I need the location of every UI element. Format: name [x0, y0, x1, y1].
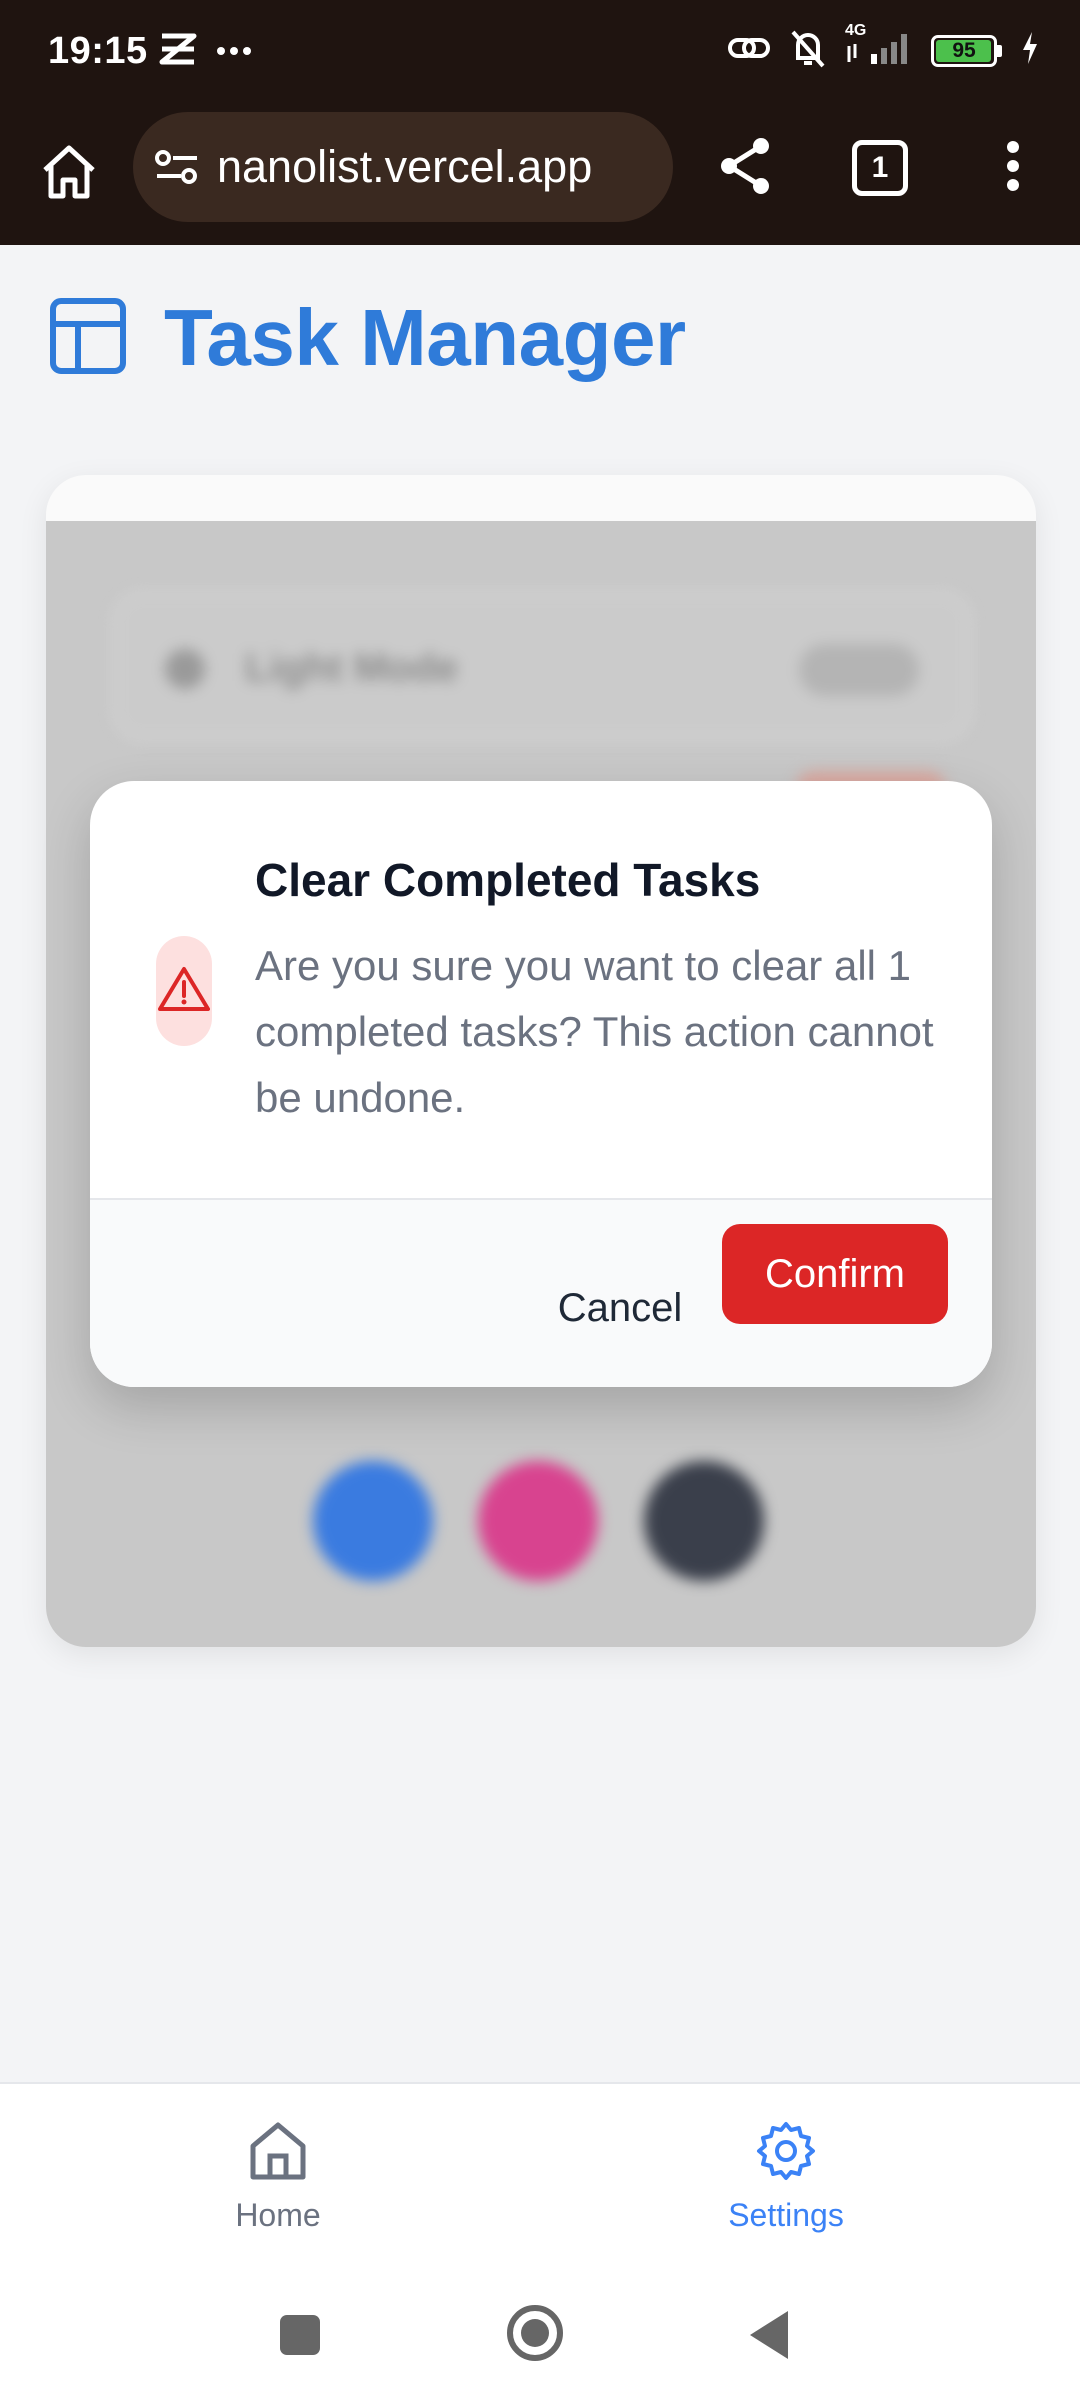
- cancel-button[interactable]: Cancel: [520, 1258, 720, 1358]
- battery-level: 95: [952, 38, 976, 62]
- browser-toolbar: nanolist.vercel.app 1: [0, 105, 1080, 245]
- network-type: 4G: [845, 22, 867, 39]
- system-home-button[interactable]: [507, 2305, 563, 2361]
- dialog-footer: Cancel Confirm: [90, 1200, 992, 1387]
- dialog-message: Are you sure you want to clear all 1 com…: [255, 942, 934, 1121]
- more-dots-icon: [216, 43, 252, 61]
- bottom-nav: Home Settings: [0, 2082, 1080, 2267]
- tabs-icon[interactable]: 1: [852, 140, 908, 196]
- status-bar: 19:15 4G 95: [0, 0, 1080, 105]
- dialog-title: Clear Completed Tasks: [255, 854, 761, 906]
- url-text: nanolist.vercel.app: [217, 141, 593, 192]
- warning-icon: [158, 966, 210, 1017]
- warning-badge: [156, 936, 212, 1046]
- theme-setting-row: Light Mode: [112, 591, 972, 741]
- charging-icon: [1020, 30, 1040, 71]
- share-button[interactable]: [712, 135, 778, 201]
- gear-icon: [755, 2120, 817, 2187]
- battery-icon: 95: [931, 34, 1002, 67]
- overflow-menu-icon: [1006, 140, 1020, 197]
- color-swatch-dark: [644, 1461, 764, 1581]
- signal-icon: 4G: [845, 22, 913, 71]
- confirm-dialog: Clear Completed Tasks Are you sure you w…: [90, 781, 992, 1387]
- layout-icon: [48, 296, 128, 381]
- color-swatch-pink: [478, 1461, 598, 1581]
- link-icon: [727, 30, 771, 71]
- back-button[interactable]: [750, 2311, 788, 2359]
- status-time: 19:15: [48, 30, 148, 72]
- theme-label: Light Mode: [245, 646, 459, 690]
- nav-label-settings: Settings: [728, 2197, 844, 2233]
- confirm-button[interactable]: Confirm: [722, 1224, 948, 1324]
- nav-item-settings[interactable]: Settings: [676, 2120, 896, 2234]
- recent-apps-button[interactable]: [280, 2315, 320, 2355]
- color-swatch-blue: [313, 1461, 433, 1581]
- tab-count: 1: [871, 151, 889, 184]
- home-icon: [248, 2120, 308, 2187]
- notification-app-icon: [158, 32, 198, 71]
- home-icon: [39, 144, 99, 205]
- bell-off-icon: [789, 28, 827, 73]
- nav-label-home: Home: [235, 2197, 321, 2233]
- nav-item-home[interactable]: Home: [168, 2120, 388, 2234]
- site-settings-icon[interactable]: [151, 141, 203, 193]
- page-title: Task Manager: [164, 293, 686, 382]
- browser-home-button[interactable]: [36, 141, 102, 207]
- overflow-menu-button[interactable]: [990, 135, 1036, 201]
- share-icon: [717, 136, 773, 201]
- system-nav-bar: [0, 2267, 1080, 2400]
- address-bar[interactable]: nanolist.vercel.app: [133, 112, 673, 222]
- app-header: Task Manager: [48, 292, 686, 384]
